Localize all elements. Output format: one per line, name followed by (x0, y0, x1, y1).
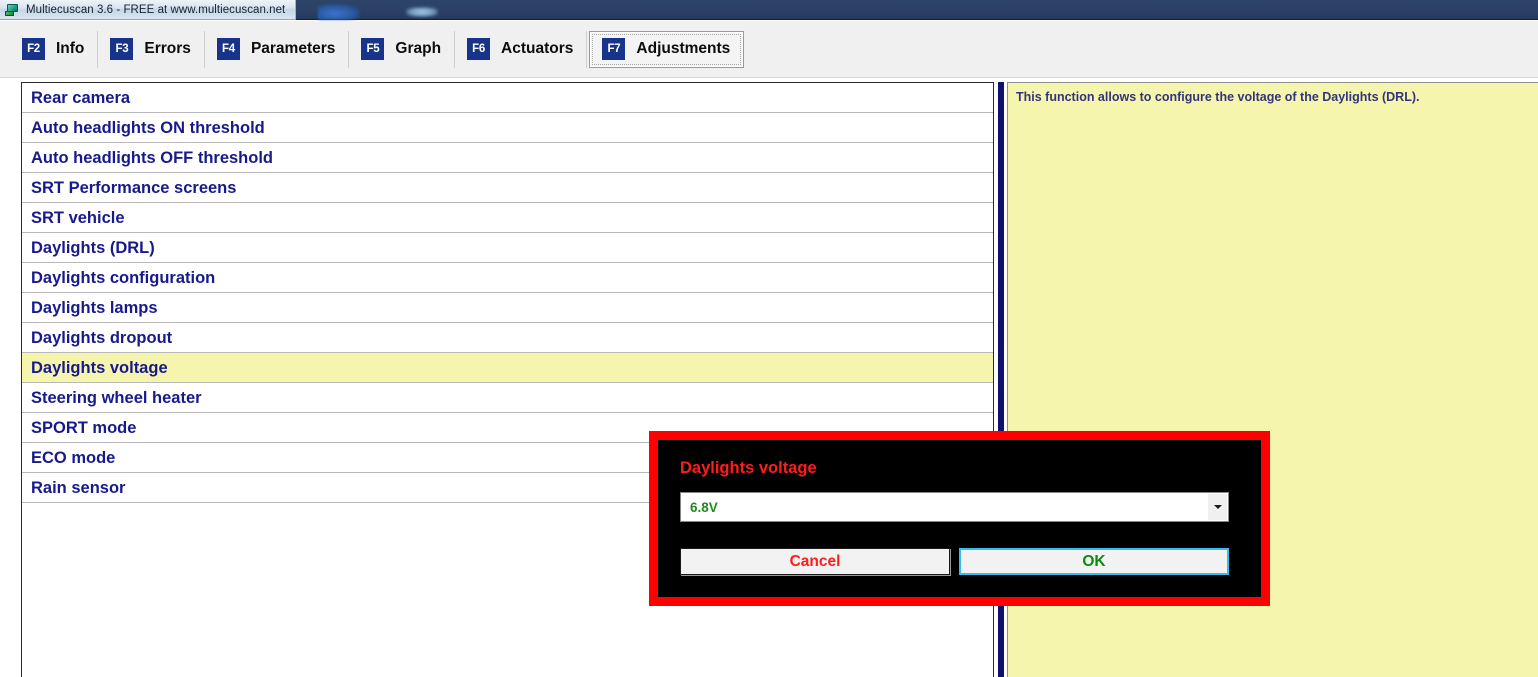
desktop-wallpaper-glow-left (318, 4, 360, 20)
tab-errors[interactable]: F3 Errors (98, 30, 205, 68)
tab-adjustments[interactable]: F7 Adjustments (589, 30, 745, 68)
list-item[interactable]: Daylights dropout (22, 323, 993, 353)
fkey-badge-f2: F2 (22, 38, 45, 60)
info-panel-text: This function allows to configure the vo… (1016, 90, 1420, 104)
tab-label-parameters: Parameters (250, 40, 336, 57)
tab-actuators[interactable]: F6 Actuators (455, 30, 588, 68)
list-item[interactable]: SRT vehicle (22, 203, 993, 233)
tab-label-info: Info (56, 40, 85, 57)
tab-info[interactable]: F2 Info (10, 30, 99, 68)
list-item[interactable]: Rear camera (22, 83, 993, 113)
dialog-body: Daylights voltage 6.8V Cancel OK (658, 440, 1261, 597)
app-monitor-icon (5, 3, 20, 17)
list-item[interactable]: Auto headlights OFF threshold (22, 143, 993, 173)
window-title: Multiecuscan 3.6 - FREE at www.multiecus… (26, 3, 286, 16)
list-item[interactable]: Daylights lamps (22, 293, 993, 323)
ok-button[interactable]: OK (959, 548, 1229, 575)
tab-label-graph: Graph (395, 40, 442, 57)
fkey-badge-f7: F7 (602, 38, 626, 60)
voltage-select-value: 6.8V (690, 499, 718, 515)
tab-parameters[interactable]: F4 Parameters (205, 30, 350, 68)
fkey-badge-f5: F5 (361, 38, 385, 60)
cancel-button[interactable]: Cancel (680, 548, 950, 575)
list-item[interactable]: Daylights (DRL) (22, 233, 993, 263)
dialog-title: Daylights voltage (680, 459, 817, 477)
list-item[interactable]: Daylights configuration (22, 263, 993, 293)
desktop-wallpaper-glow-right (406, 7, 438, 17)
dialog-button-row: Cancel OK (680, 548, 1229, 575)
list-item-selected[interactable]: Daylights voltage (22, 353, 993, 383)
list-item[interactable]: SRT Performance screens (22, 173, 993, 203)
daylights-voltage-dialog: Daylights voltage 6.8V Cancel OK (649, 431, 1270, 606)
window-titlebar[interactable]: Multiecuscan 3.6 - FREE at www.multiecus… (0, 0, 296, 20)
fkey-badge-f4: F4 (216, 38, 240, 60)
tab-label-actuators: Actuators (501, 40, 574, 57)
main-tabbar: F2 Info F3 Errors F4 Parameters F5 Graph… (0, 21, 1538, 78)
list-item[interactable]: Auto headlights ON threshold (22, 113, 993, 143)
list-item[interactable]: Steering wheel heater (22, 383, 993, 413)
voltage-select[interactable]: 6.8V (680, 492, 1229, 522)
fkey-badge-f3: F3 (110, 38, 134, 60)
tab-label-adjustments: Adjustments (636, 40, 731, 57)
tab-label-errors: Errors (144, 40, 191, 57)
tab-graph[interactable]: F5 Graph (349, 30, 456, 68)
fkey-badge-f6: F6 (467, 38, 491, 60)
chevron-down-icon[interactable] (1208, 494, 1227, 520)
